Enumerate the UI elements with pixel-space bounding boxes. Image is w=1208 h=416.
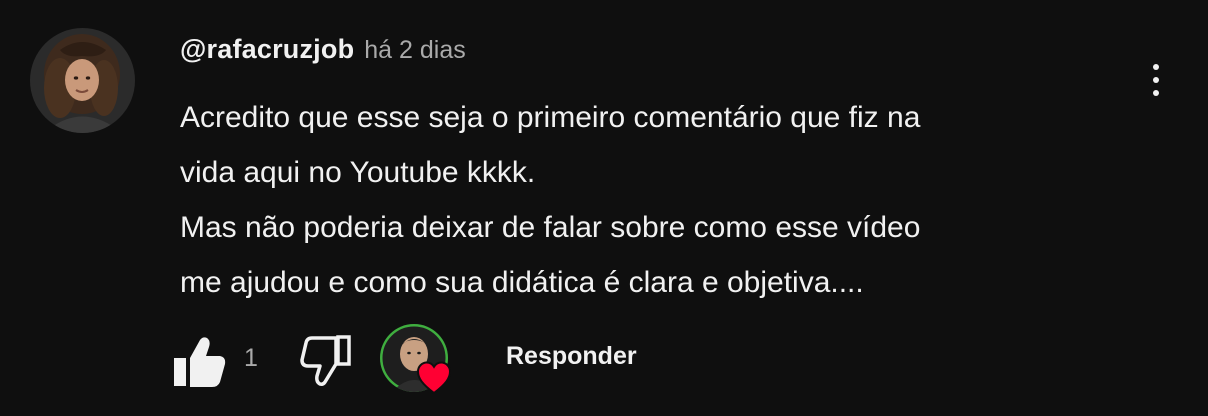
comment-header: @rafacruzjob há 2 dias — [180, 34, 466, 70]
creator-heart[interactable] — [380, 324, 452, 396]
thumbs-up-icon — [174, 337, 226, 387]
comment-line: Acredito que esse seja o primeiro coment… — [180, 101, 921, 134]
dislike-button[interactable] — [298, 332, 354, 388]
creator-heart-icon — [416, 361, 452, 395]
comment-line: Mas não poderia deixar de falar sobre co… — [180, 211, 921, 244]
comment-timestamp[interactable]: há 2 dias — [364, 36, 465, 65]
avatar-photo-icon — [30, 28, 135, 133]
more-actions-button[interactable] — [1136, 56, 1176, 104]
thumbs-down-icon — [300, 335, 351, 386]
commenter-avatar[interactable] — [30, 28, 135, 133]
comment-line: vida aqui no Youtube kkkk. — [180, 156, 536, 189]
more-vertical-icon — [1153, 64, 1159, 70]
comment-text: Acredito que esse seja o primeiro coment… — [180, 90, 1110, 310]
comment-line[interactable]: me ajudou e como sua didática é clara e … — [180, 255, 1110, 310]
like-count: 1 — [244, 344, 258, 372]
comment-author[interactable]: @rafacruzjob — [180, 34, 354, 65]
more-vertical-icon-dot — [1153, 90, 1159, 96]
reply-button[interactable]: Responder — [500, 340, 643, 373]
comment-actions: 1 Responder — [170, 322, 730, 398]
more-vertical-icon-dot — [1153, 77, 1159, 83]
like-button[interactable] — [170, 334, 228, 390]
